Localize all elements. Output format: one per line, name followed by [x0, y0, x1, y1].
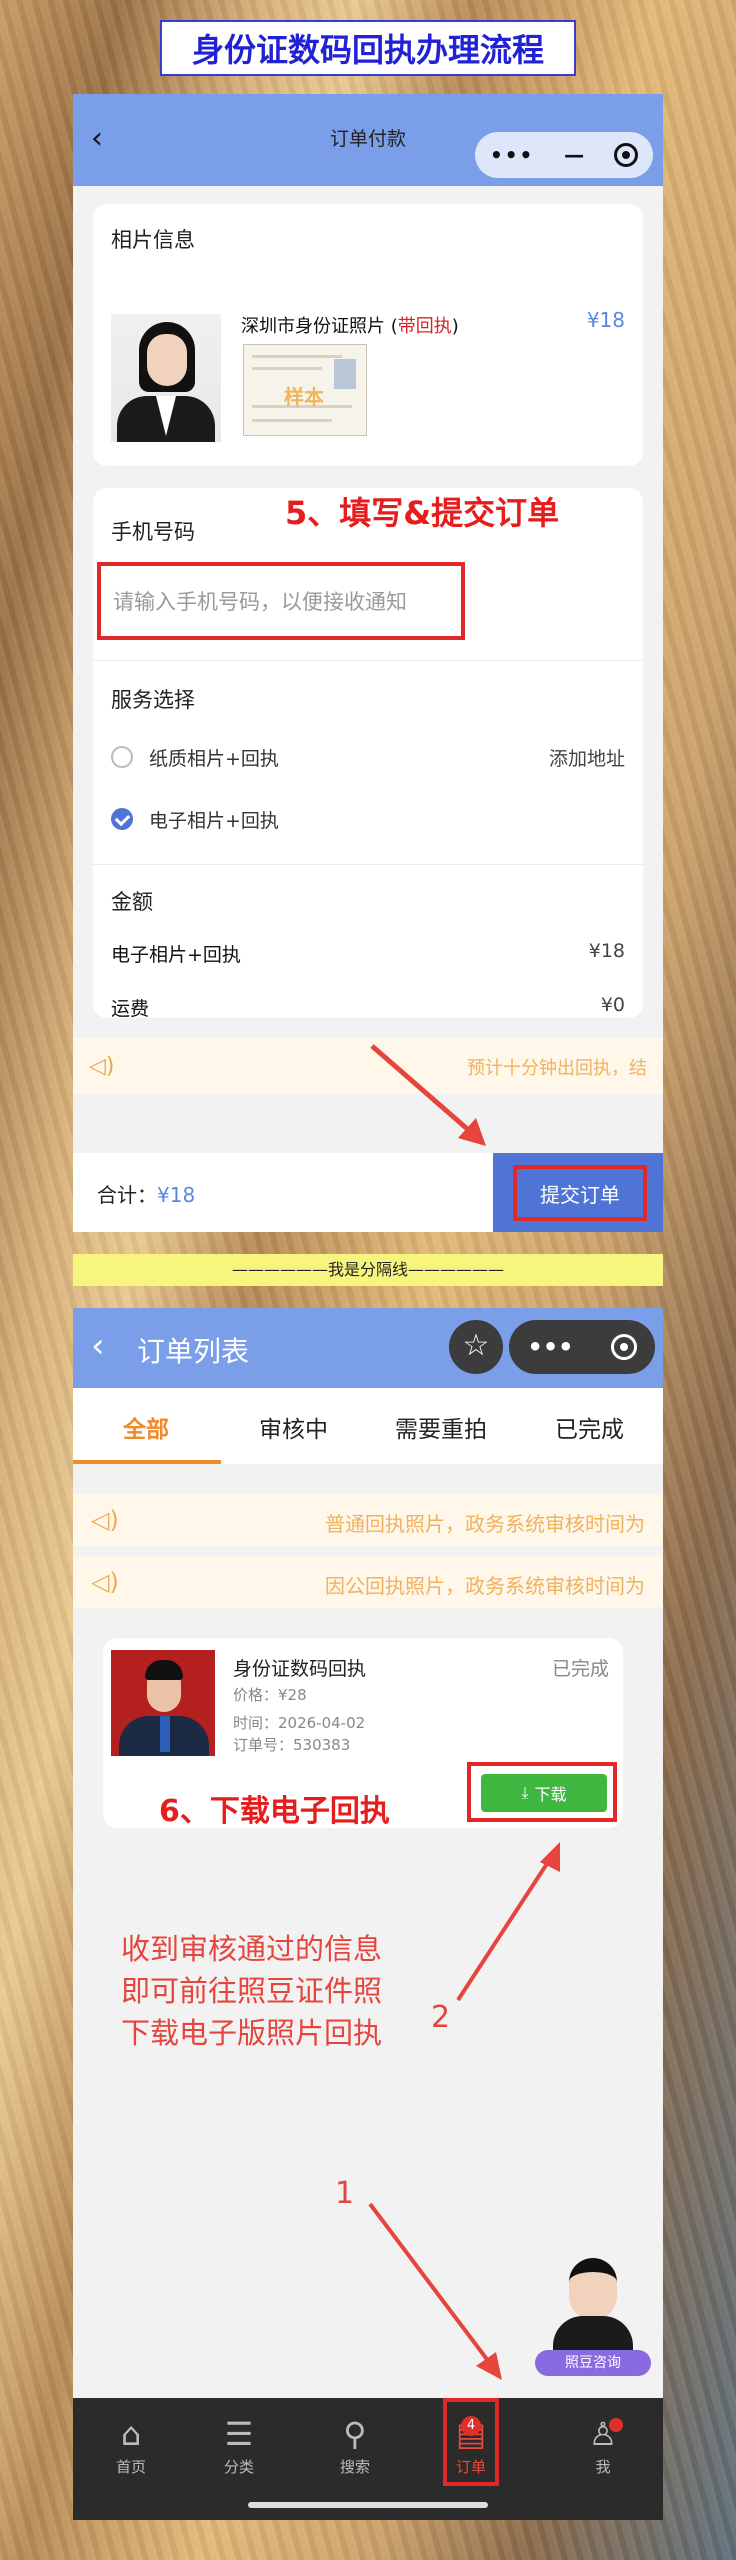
more-icon[interactable]: ••• [527, 1333, 573, 1361]
minimize-icon[interactable]: — [564, 143, 584, 167]
tab-retake[interactable]: 需要重拍 [395, 1410, 487, 1444]
star-icon[interactable]: ☆ [449, 1320, 503, 1374]
radio-electronic[interactable] [111, 808, 133, 830]
order-status: 已完成 [551, 1658, 609, 1680]
tab-completed[interactable]: 已完成 [555, 1410, 624, 1444]
notice-bar: ◁) 预计十分钟出回执，结 [73, 1038, 663, 1094]
marker-1: 1 [335, 2176, 355, 2211]
option-paper-label[interactable]: 纸质相片+回执 [149, 744, 279, 771]
notice-text: 预计十分钟出回执，结 [467, 1058, 647, 1079]
order-list-screen: ‹ 订单列表 ☆ ••• 全部 审核中 需要重拍 已完成 ◁) 普通回执照片，政… [73, 1308, 663, 2520]
mini-program-capsule[interactable]: ••• [509, 1320, 655, 1374]
amount-title: 金额 [111, 890, 153, 914]
order-time: 时间：2026-04-02 [233, 1714, 366, 1732]
amount-row-value: ¥18 [588, 940, 625, 962]
phone-label: 手机号码 [111, 520, 195, 544]
service-title: 服务选择 [111, 688, 195, 712]
checkout-bar: 合计：¥18 提交订单 [73, 1153, 663, 1232]
order-form-card: 手机号码 5、填写&提交订单 请输入手机号码，以便接收通知 服务选择 纸质相片+… [93, 488, 643, 1020]
marker-2: 2 [431, 2000, 451, 2035]
add-address-link[interactable]: 添加地址 [549, 744, 625, 771]
sample-stamp: 样本 [284, 385, 324, 409]
speaker-icon: ◁) [91, 1506, 119, 1534]
order-photo-thumbnail [111, 1650, 215, 1756]
home-icon: ⌂ [120, 2415, 142, 2453]
speaker-icon: ◁) [91, 1568, 119, 1596]
notice-row: ◁) 因公回执照片，政务系统审核时间为 [73, 1556, 663, 1608]
product-price: ¥18 [586, 308, 625, 332]
order-price: 价格：¥28 [233, 1686, 307, 1704]
list-icon: ☰ [224, 2415, 254, 2453]
nav-bar: ‹ 订单付款 ••• — [73, 94, 663, 186]
amount-row-label: 电子相片+回执 [111, 944, 241, 966]
download-highlight: ⤓ 下载 [467, 1762, 617, 1822]
product-name: 深圳市身份证照片 (带回执) [241, 316, 459, 337]
tab-search[interactable]: ⚲ 搜索 [315, 2412, 395, 2477]
order-tabs: 全部 审核中 需要重拍 已完成 [73, 1388, 663, 1464]
order-badge: 4 [461, 2416, 481, 2436]
submit-area: 提交订单 [493, 1153, 663, 1232]
tab-orders[interactable]: ▤ 订单 4 [431, 2412, 511, 2477]
total-amount: 合计：¥18 [97, 1183, 196, 1207]
tab-home[interactable]: ⌂ 首页 [91, 2412, 171, 2477]
id-photo-thumbnail [111, 314, 221, 442]
notice-row: ◁) 普通回执照片，政务系统审核时间为 [73, 1494, 663, 1546]
tab-reviewing[interactable]: 审核中 [259, 1410, 328, 1444]
tab-all[interactable]: 全部 [123, 1410, 169, 1444]
consult-assistant[interactable]: 照豆咨询 [535, 2258, 651, 2384]
nav-title-2: 订单列表 [137, 1335, 250, 1368]
back-icon[interactable]: ‹ [91, 1326, 105, 1366]
tab-me[interactable]: ♙ 我 [563, 2412, 643, 2477]
user-icon: ♙ [588, 2415, 618, 2453]
search-icon: ⚲ [343, 2415, 367, 2453]
speaker-icon: ◁) [89, 1054, 115, 1079]
product-tag: 带回执 [397, 316, 452, 337]
receipt-sample-image: 样本 [243, 344, 367, 436]
mini-program-capsule[interactable]: ••• — [475, 132, 653, 178]
home-indicator [248, 2502, 488, 2508]
phone-input[interactable]: 请输入手机号码，以便接收通知 [97, 562, 465, 640]
radio-paper[interactable] [111, 746, 133, 768]
close-target-icon[interactable] [610, 1334, 637, 1360]
order-payment-screen: ‹ 订单付款 ••• — 相片信息 深圳市身份证照片 (带回执) 样本 ¥18 … [73, 94, 663, 1232]
step-6-label: 6、下载电子回执 [159, 1794, 390, 1829]
instruction-text: 收到审核通过的信息 即可前往照豆证件照 下载电子版照片回执 [121, 1932, 383, 2050]
active-tab-indicator [73, 1460, 221, 1464]
notice-text: 普通回执照片，政务系统审核时间为 [325, 1512, 645, 1536]
order-number: 订单号：530383 [233, 1736, 351, 1754]
tab-category[interactable]: ☰ 分类 [199, 2412, 279, 2477]
option-electronic-label[interactable]: 电子相片+回执 [149, 806, 279, 833]
shipping-label: 运费 [111, 998, 150, 1020]
download-icon: ⤓ [521, 1783, 529, 1802]
consult-label[interactable]: 照豆咨询 [535, 2350, 651, 2376]
separator: ——————我是分隔线—————— [73, 1254, 663, 1286]
notice-text: 因公回执照片，政务系统审核时间为 [325, 1574, 645, 1598]
notification-dot [609, 2418, 623, 2432]
bottom-tabbar: ⌂ 首页 ☰ 分类 ⚲ 搜索 ▤ 订单 4 ♙ 我 [73, 2398, 663, 2520]
more-icon[interactable]: ••• [490, 143, 534, 167]
shipping-value: ¥0 [600, 994, 625, 1016]
download-button[interactable]: ⤓ 下载 [481, 1774, 607, 1812]
main-title: 身份证数码回执办理流程 [160, 20, 576, 76]
submit-order-button[interactable]: 提交订单 [513, 1165, 647, 1221]
order-title: 身份证数码回执 [233, 1658, 367, 1680]
close-target-icon[interactable] [614, 143, 639, 167]
photo-section-title: 相片信息 [111, 228, 195, 252]
nav-bar-2: ‹ 订单列表 ☆ ••• [73, 1308, 663, 1388]
photo-info-card: 相片信息 深圳市身份证照片 (带回执) 样本 ¥18 [93, 204, 643, 466]
step-5-label: 5、填写&提交订单 [285, 494, 560, 532]
